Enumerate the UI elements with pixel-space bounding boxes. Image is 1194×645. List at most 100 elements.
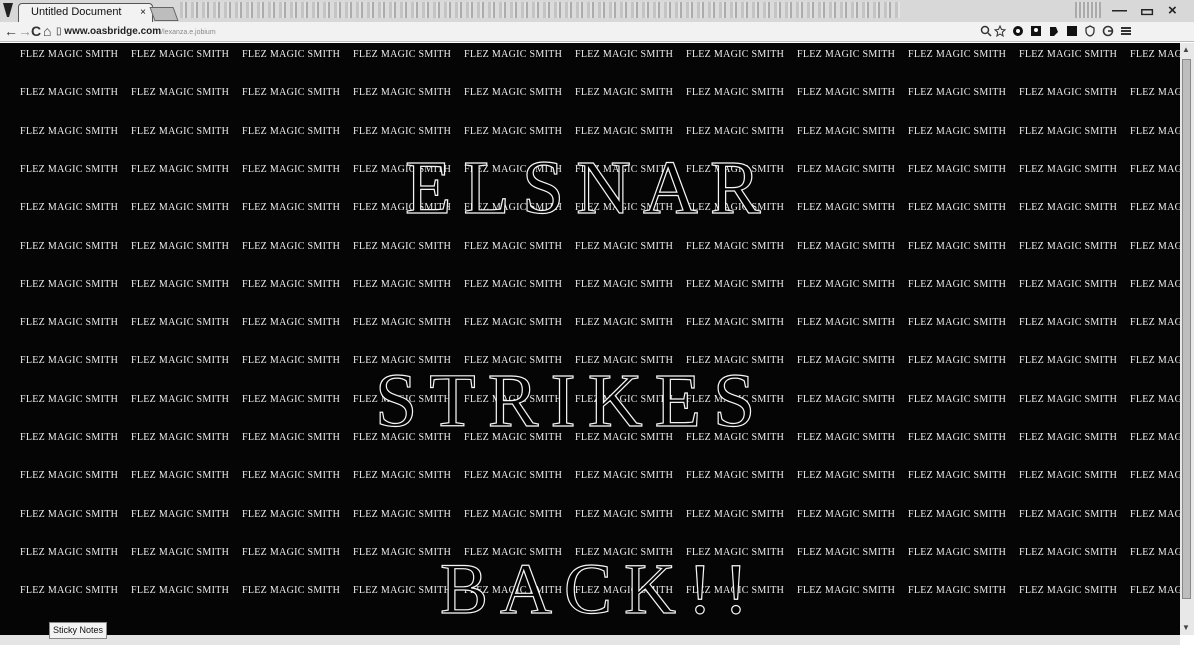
new-tab-button[interactable] bbox=[149, 7, 179, 21]
tab-untitled-document[interactable]: Untitled Document × bbox=[18, 3, 153, 22]
tile-text: FLEZ MAGIC SMITH bbox=[686, 508, 785, 520]
tile-text: FLEZ MAGIC SMITH bbox=[353, 546, 452, 558]
tile-text: FLEZ MAGIC SMITH bbox=[242, 508, 341, 520]
page-icon: ▯ bbox=[56, 26, 62, 37]
tile-text: FLEZ MAGIC SMITH bbox=[908, 470, 1007, 482]
tile-text: FLEZ MAGIC SMITH bbox=[131, 355, 230, 367]
tile-text: FLEZ MAGIC SMITH bbox=[131, 49, 230, 60]
tile-text: FLEZ MAGIC SMITH bbox=[797, 508, 896, 520]
tile-text: FLEZ MAGIC SMITH bbox=[20, 355, 119, 367]
address-bar[interactable]: ▯ www.oasbridge.com/lexanza.e.jobium bbox=[56, 25, 971, 39]
tile-text: FLEZ MAGIC SMITH bbox=[797, 393, 896, 405]
extension-shield-icon[interactable] bbox=[1084, 25, 1096, 37]
tile-text: FLEZ MAGIC SMITH bbox=[1019, 546, 1118, 558]
tile-text: FLEZ MAGIC SMITH bbox=[908, 355, 1007, 367]
tile-text: FLEZ MAGIC SMITH bbox=[686, 317, 785, 329]
tile-text: FLEZ MAGIC SMITH bbox=[464, 87, 563, 99]
forward-button[interactable]: → bbox=[18, 23, 32, 39]
tile-text: FLEZ MAGIC SMITH bbox=[1019, 163, 1118, 175]
tile-text: FLEZ MAGIC SMITH bbox=[464, 125, 563, 137]
tile-text: FLEZ MAGIC SMITH bbox=[908, 49, 1007, 60]
tile-text: FLEZ MAGIC SMITH bbox=[686, 240, 785, 252]
tile-text: FLEZ MAGIC SMITH bbox=[242, 125, 341, 137]
tile-text: FLEZ MAGIC SMITH bbox=[20, 278, 119, 290]
tile-text: FLEZ MAGIC SMITH bbox=[908, 393, 1007, 405]
tile-text: FLEZ MAGIC SMITH bbox=[1130, 163, 1180, 175]
tile-text: FLEZ MAGIC SMITH bbox=[131, 470, 230, 482]
tile-text: FLEZ MAGIC SMITH bbox=[908, 87, 1007, 99]
tile-text: FLEZ MAGIC SMITH bbox=[20, 546, 119, 558]
status-bubble: Sticky Notes bbox=[49, 622, 108, 639]
tile-text: FLEZ MAGIC SMITH bbox=[797, 546, 896, 558]
tile-text: FLEZ MAGIC SMITH bbox=[908, 163, 1007, 175]
tile-text: FLEZ MAGIC SMITH bbox=[797, 202, 896, 214]
tile-text: FLEZ MAGIC SMITH bbox=[1130, 278, 1180, 290]
tile-text: FLEZ MAGIC SMITH bbox=[242, 163, 341, 175]
tile-text: FLEZ MAGIC SMITH bbox=[1130, 202, 1180, 214]
tile-text: FLEZ MAGIC SMITH bbox=[131, 125, 230, 137]
tile-text: FLEZ MAGIC SMITH bbox=[353, 125, 452, 137]
tile-text: FLEZ MAGIC SMITH bbox=[353, 49, 452, 60]
tile-text: FLEZ MAGIC SMITH bbox=[908, 546, 1007, 558]
browser-toolbar: ← → C ⌂ ▯ www.oasbridge.com/lexanza.e.jo… bbox=[0, 22, 1194, 42]
tile-text: FLEZ MAGIC SMITH bbox=[131, 393, 230, 405]
tile-text: FLEZ MAGIC SMITH bbox=[797, 432, 896, 443]
back-button[interactable]: ← bbox=[4, 23, 18, 39]
tile-text: FLEZ MAGIC SMITH bbox=[131, 163, 230, 175]
extension-g-icon[interactable] bbox=[1102, 25, 1114, 37]
profile-button[interactable] bbox=[1075, 2, 1101, 18]
tile-text: FLEZ MAGIC SMITH bbox=[242, 49, 341, 60]
tile-text: FLEZ MAGIC SMITH bbox=[575, 508, 674, 520]
tile-text: FLEZ MAGIC SMITH bbox=[1130, 240, 1180, 252]
tile-text: FLEZ MAGIC SMITH bbox=[242, 240, 341, 252]
search-icon[interactable] bbox=[980, 25, 992, 37]
close-window-button[interactable]: × bbox=[1168, 2, 1177, 19]
tile-text: FLEZ MAGIC SMITH bbox=[353, 585, 452, 597]
tile-text: FLEZ MAGIC SMITH bbox=[242, 202, 341, 214]
tile-text: FLEZ MAGIC SMITH bbox=[20, 202, 119, 214]
bookmark-star-icon[interactable] bbox=[994, 25, 1006, 37]
tile-text: FLEZ MAGIC SMITH bbox=[242, 470, 341, 482]
scroll-up-icon[interactable]: ▲ bbox=[1182, 45, 1190, 54]
tile-text: FLEZ MAGIC SMITH bbox=[242, 546, 341, 558]
tile-text: FLEZ MAGIC SMITH bbox=[1130, 546, 1180, 558]
tile-text: FLEZ MAGIC SMITH bbox=[575, 125, 674, 137]
headline-line-2: STRIKES bbox=[374, 358, 768, 443]
tile-text: FLEZ MAGIC SMITH bbox=[1019, 393, 1118, 405]
tile-text: FLEZ MAGIC SMITH bbox=[1019, 508, 1118, 520]
tile-text: FLEZ MAGIC SMITH bbox=[797, 585, 896, 597]
tile-text: FLEZ MAGIC SMITH bbox=[1019, 432, 1118, 443]
home-button[interactable]: ⌂ bbox=[43, 23, 51, 39]
tile-text: FLEZ MAGIC SMITH bbox=[1019, 585, 1118, 597]
tile-text: FLEZ MAGIC SMITH bbox=[908, 202, 1007, 214]
tile-text: FLEZ MAGIC SMITH bbox=[242, 432, 341, 443]
tile-text: FLEZ MAGIC SMITH bbox=[353, 470, 452, 482]
tile-text: FLEZ MAGIC SMITH bbox=[464, 508, 563, 520]
menu-icon[interactable] bbox=[1120, 25, 1132, 37]
tile-text: FLEZ MAGIC SMITH bbox=[1130, 125, 1180, 137]
horizontal-scrollbar[interactable] bbox=[0, 635, 1180, 645]
tile-text: FLEZ MAGIC SMITH bbox=[575, 87, 674, 99]
extension-arrow-icon[interactable] bbox=[1048, 25, 1060, 37]
tile-text: FLEZ MAGIC SMITH bbox=[1019, 87, 1118, 99]
extension-circle-icon[interactable] bbox=[1012, 25, 1024, 37]
scroll-down-icon[interactable]: ▼ bbox=[1182, 623, 1190, 632]
extension-square-icon[interactable] bbox=[1066, 25, 1078, 37]
scrollbar-thumb[interactable] bbox=[1182, 59, 1191, 599]
tile-text: FLEZ MAGIC SMITH bbox=[464, 278, 563, 290]
extension-person-icon[interactable] bbox=[1030, 25, 1042, 37]
tile-text: FLEZ MAGIC SMITH bbox=[908, 432, 1007, 443]
vertical-scrollbar[interactable]: ▲ ▼ bbox=[1180, 43, 1194, 635]
tile-text: FLEZ MAGIC SMITH bbox=[686, 470, 785, 482]
tile-text: FLEZ MAGIC SMITH bbox=[797, 163, 896, 175]
tile-text: FLEZ MAGIC SMITH bbox=[131, 585, 230, 597]
tab-close-icon[interactable]: × bbox=[140, 4, 146, 21]
reload-button[interactable]: C bbox=[31, 23, 41, 39]
tile-text: FLEZ MAGIC SMITH bbox=[575, 317, 674, 329]
tile-text: FLEZ MAGIC SMITH bbox=[464, 317, 563, 329]
maximize-button[interactable]: ▭ bbox=[1140, 2, 1154, 20]
tile-text: FLEZ MAGIC SMITH bbox=[353, 240, 452, 252]
minimize-button[interactable]: — bbox=[1112, 2, 1127, 19]
tile-text: FLEZ MAGIC SMITH bbox=[242, 355, 341, 367]
tile-text: FLEZ MAGIC SMITH bbox=[131, 432, 230, 443]
